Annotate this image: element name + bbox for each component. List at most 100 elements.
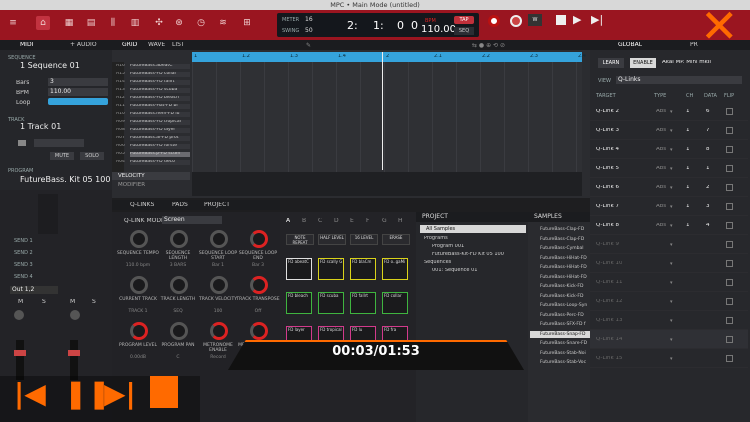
record-button[interactable] <box>488 15 500 27</box>
drum-pad[interactable]: FD collar <box>382 292 408 314</box>
global-tab[interactable]: GLOBAL <box>618 42 642 48</box>
mute-b-button[interactable]: M <box>70 299 75 305</box>
project-tab[interactable]: PROJECT <box>204 202 230 208</box>
flip-checkbox[interactable] <box>726 203 733 210</box>
drum-pad[interactable]: FD abeatC <box>286 258 312 280</box>
qlink-row[interactable]: Q-Link 8 Abs 1 4 ▾ <box>590 216 748 235</box>
pad-bank-button[interactable]: E <box>350 218 354 224</box>
pad-bank-button[interactable]: F <box>366 218 369 224</box>
type-dropdown-icon[interactable]: ▾ <box>670 128 673 134</box>
flip-checkbox[interactable] <box>726 241 733 248</box>
qlink-row[interactable]: Q-Link 4 Abs 1 8 ▾ <box>590 140 748 159</box>
pad-bank-button[interactable]: B <box>302 218 306 224</box>
qlink-row[interactable]: Q-Link 3 Abs 1 7 ▾ <box>590 121 748 140</box>
flip-checkbox[interactable] <box>726 127 733 134</box>
sequence-01-item[interactable]: 001: Sequence 01 <box>432 268 477 273</box>
output-select[interactable]: Out 1,2 <box>10 286 58 294</box>
sample-item[interactable]: FutureBass-Cymbal <box>530 245 590 252</box>
type-dropdown-icon[interactable]: ▾ <box>670 337 673 343</box>
sample-item[interactable]: FutureBass-Kick-FD <box>530 283 590 290</box>
pad-track-name[interactable]: FutureBass.hem-FD lu <box>130 112 190 117</box>
velocity-lane-label[interactable]: VELOCITY <box>112 172 190 180</box>
sample-item[interactable]: FutureBass-HiHat-FD <box>530 274 590 281</box>
step-seq-icon[interactable]: ⊛ <box>172 16 186 30</box>
pr-tab[interactable]: PR <box>690 42 698 48</box>
type-dropdown-icon[interactable]: ▾ <box>670 261 673 267</box>
qlink-knob[interactable] <box>130 322 148 340</box>
pad-track-name[interactable]: FutureBass-FD tropical <box>130 120 190 125</box>
qlink-knob[interactable] <box>210 230 228 248</box>
qlink-knob[interactable] <box>210 276 228 294</box>
pad-track-name[interactable]: FutureBass-FD layer <box>130 128 190 133</box>
flip-checkbox[interactable] <box>726 317 733 324</box>
sample-item[interactable]: FutureBass-Kick-FD <box>530 293 590 300</box>
flip-checkbox[interactable] <box>726 355 733 362</box>
qlink-knob[interactable] <box>170 276 188 294</box>
type-dropdown-icon[interactable]: ▾ <box>670 204 673 210</box>
qlink-knob[interactable] <box>130 276 148 294</box>
sample-item[interactable]: FutureBass-Clap-FD <box>530 226 590 233</box>
qlink-row[interactable]: Q-Link 11 ▾ <box>590 273 748 292</box>
pad-bank-button[interactable]: C <box>318 218 322 224</box>
pad-track-name[interactable]: FutureBass-FD fallrt <box>130 80 190 85</box>
meter-value[interactable]: 16 <box>305 16 313 23</box>
pad-track-name[interactable]: FutureBass.abeatC <box>130 64 190 69</box>
qlink-row[interactable]: Q-Link 6 Abs 1 2 ▾ <box>590 178 748 197</box>
sample-item[interactable]: FutureBass-Snap-FD <box>530 330 590 338</box>
grid-icon[interactable] <box>18 140 26 146</box>
tap-tempo-button[interactable]: TAP <box>454 16 474 24</box>
pad-track-name[interactable]: FutureBass-FD deco <box>130 160 190 165</box>
qlink-row[interactable]: Q-Link 15 ▾ <box>590 349 748 368</box>
program-name[interactable]: FutureBass. Kit 05 100 <box>20 176 110 184</box>
insert-slots[interactable] <box>38 194 58 234</box>
qlink-knob[interactable] <box>170 230 188 248</box>
sample-item[interactable]: FutureBass-Loop-Syn <box>530 302 590 309</box>
grid-tab[interactable]: GRID <box>122 42 137 48</box>
flip-checkbox[interactable] <box>726 336 733 343</box>
programs-item[interactable]: Programs <box>424 236 448 241</box>
type-dropdown-icon[interactable]: ▾ <box>670 166 673 172</box>
pad-bank-button[interactable]: H <box>398 218 403 224</box>
pad-track-name[interactable]: FutureBass-FD bleach <box>130 96 190 101</box>
menu-icon[interactable]: ≡ <box>6 16 20 30</box>
device-select[interactable]: Akai MP. Mini mkII <box>662 60 711 66</box>
pan-knob-b[interactable] <box>70 310 80 320</box>
solo-button[interactable]: SOLO <box>80 152 104 160</box>
drum-pad[interactable]: FD o..gaMi <box>382 258 408 280</box>
stop-button[interactable] <box>556 15 566 25</box>
pad-bank-button[interactable]: D <box>334 218 339 224</box>
enable-button[interactable]: ENABLE <box>630 58 656 68</box>
auto-button[interactable]: W <box>528 14 542 26</box>
mixer-icon[interactable]: ⫼ <box>106 16 120 30</box>
pad-track-name[interactable]: FutureBass-Hat-FD bi <box>130 104 190 109</box>
type-dropdown-icon[interactable]: ▾ <box>670 223 673 229</box>
main-mode-icon[interactable]: ⌂ <box>36 16 50 30</box>
overdub-button[interactable] <box>510 15 522 27</box>
qlink-row[interactable]: Q-Link 2 Abs 1 6 ▾ <box>590 102 748 121</box>
view-select[interactable]: Q-Links <box>616 76 742 84</box>
flip-checkbox[interactable] <box>726 260 733 267</box>
fader-handle-b[interactable] <box>68 350 80 356</box>
sample-item[interactable]: FutureBass-Stab-Noi <box>530 350 590 357</box>
track-selector[interactable] <box>34 139 84 147</box>
solo-a-button[interactable]: S <box>42 299 46 305</box>
pad-track-name[interactable]: FutureBass.al-FD prot <box>130 136 190 141</box>
type-dropdown-icon[interactable]: ▾ <box>670 318 673 324</box>
fader-handle-a[interactable] <box>14 350 26 356</box>
drum-pad[interactable]: FD fallrt <box>350 292 376 314</box>
clock-icon[interactable]: ◷ <box>194 16 208 30</box>
track-view-icon[interactable]: ▤ <box>84 16 98 30</box>
pad-bank-button[interactable]: G <box>382 218 387 224</box>
flip-checkbox[interactable] <box>726 184 733 191</box>
qlink-row[interactable]: Q-Link 10 ▾ <box>590 254 748 273</box>
qlink-knob[interactable] <box>250 322 268 340</box>
qlink-row[interactable]: Q-Link 14 ▾ <box>590 330 748 349</box>
drum-pad[interactable]: FD scuba <box>318 292 344 314</box>
qlink-knob[interactable] <box>210 322 228 340</box>
modifier-lane-label[interactable]: MODIFIER <box>112 181 190 189</box>
volume-fader-a[interactable] <box>16 340 24 380</box>
previous-icon[interactable]: |◀ <box>14 380 46 408</box>
midi-tab[interactable]: MIDI <box>20 42 33 48</box>
wave-tab[interactable]: WAVE <box>148 42 165 48</box>
sample-edit-icon[interactable]: ≋ <box>216 16 230 30</box>
